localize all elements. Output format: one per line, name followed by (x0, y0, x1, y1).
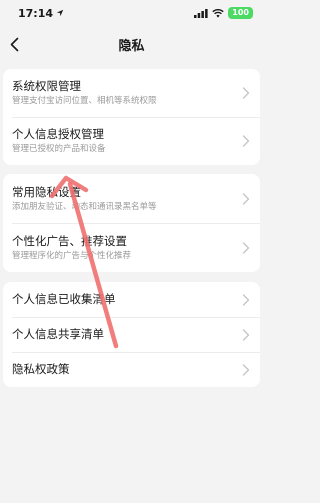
list-item-title: 隐私权政策 (12, 362, 70, 376)
list-item-common-privacy-settings[interactable]: 常用隐私设置 添加朋友验证、动态和通讯录黑名单等 (3, 174, 260, 223)
list-item-shared-info-list[interactable]: 个人信息共享清单 (3, 317, 260, 352)
list-item-privacy-policy[interactable]: 隐私权政策 (3, 352, 260, 387)
list-item-title: 个人信息已收集清单 (12, 292, 116, 306)
list-item-title: 个性化广告、推荐设置 (12, 233, 127, 248)
status-right: 100 (194, 7, 253, 19)
list-item-title: 个人信息授权管理 (12, 127, 104, 141)
navigation-bar: 隐私 (0, 26, 263, 62)
chevron-right-icon (242, 293, 250, 306)
chevron-right-icon (242, 192, 250, 205)
chevron-right-icon (242, 363, 250, 376)
settings-group-policies: 个人信息已收集清单 个人信息共享清单 隐私权政策 (3, 282, 260, 387)
page-title: 隐私 (118, 38, 145, 54)
wifi-icon (212, 8, 224, 18)
back-button[interactable] (6, 34, 22, 54)
list-item-subtitle: 添加朋友验证、动态和通讯录黑名单等 (12, 201, 157, 212)
list-item-subtitle: 管理程序化的广告与个性化推荐 (12, 250, 132, 261)
status-time: 17:14 (18, 7, 64, 20)
chevron-left-icon (10, 37, 18, 51)
list-item-subtitle: 管理已授权的产品和设备 (12, 144, 106, 154)
list-item-subtitle: 管理支付宝访问位置、相机等系统权限 (12, 96, 157, 106)
chevron-right-icon (242, 135, 250, 147)
list-item-collected-info-list[interactable]: 个人信息已收集清单 (3, 282, 260, 317)
settings-group-privacy: 常用隐私设置 添加朋友验证、动态和通讯录黑名单等 个性化广告、推荐设置 管理程序… (3, 174, 260, 272)
list-item-personalized-ads[interactable]: 个性化广告、推荐设置 管理程序化的广告与个性化推荐 (3, 223, 260, 272)
list-item-title: 常用隐私设置 (12, 184, 81, 199)
location-arrow-icon (56, 9, 64, 17)
settings-group-permissions: 系统权限管理 管理支付宝访问位置、相机等系统权限 个人信息授权管理 管理已授权的… (3, 69, 260, 165)
battery-indicator: 100 (228, 7, 253, 19)
list-item-personal-info-authorization[interactable]: 个人信息授权管理 管理已授权的产品和设备 (3, 117, 260, 165)
signal-icon (194, 8, 208, 18)
chevron-right-icon (242, 241, 250, 254)
list-item-title: 系统权限管理 (12, 79, 81, 93)
status-bar: 17:14 100 (0, 0, 263, 26)
list-item-title: 个人信息共享清单 (12, 327, 104, 341)
status-time-text: 17:14 (18, 6, 54, 20)
chevron-right-icon (242, 87, 250, 99)
list-item-system-permissions[interactable]: 系统权限管理 管理支付宝访问位置、相机等系统权限 (3, 69, 260, 117)
chevron-right-icon (242, 328, 250, 341)
